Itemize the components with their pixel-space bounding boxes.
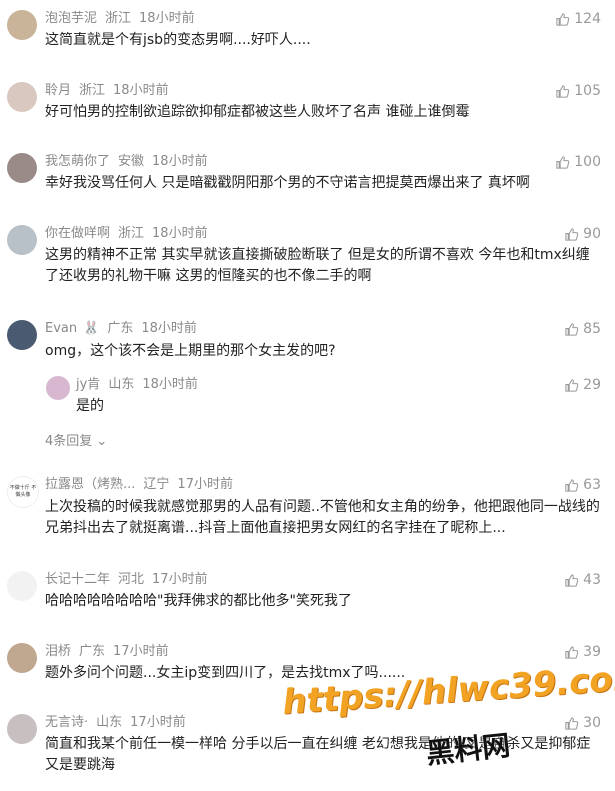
- region: 浙江: [118, 226, 145, 241]
- comment-text: omg，这个该不会是上期里的那个女主发的吧?: [45, 343, 336, 359]
- comment-text: 哈哈哈哈哈哈哈哈"我拜佛求的都比他多"笑死我了: [45, 593, 352, 609]
- thumbs-up-icon: [565, 378, 579, 392]
- like-button[interactable]: 63: [564, 476, 601, 494]
- comment-text: 上次投稿的时候我就感觉那男的人品有问题..不管他和女主角的纷争，他把跟他同一战线…: [45, 499, 600, 536]
- thumbs-up-icon: [556, 12, 570, 26]
- username[interactable]: jy肯: [76, 377, 100, 392]
- comment-meta: 拉露恩（烤熟... 辽宁 17小时前: [45, 476, 233, 494]
- username[interactable]: 聆月: [45, 83, 71, 98]
- timestamp: 17小时前: [152, 572, 208, 587]
- comment-meta: Evan 🐰 广东 18小时前: [45, 320, 197, 338]
- like-button[interactable]: 29: [564, 376, 601, 394]
- username[interactable]: 拉露恩（烤熟...: [45, 477, 135, 492]
- timestamp: 17小时前: [113, 644, 169, 659]
- thumbs-up-icon: [565, 227, 579, 241]
- username[interactable]: 你在做咩啊: [45, 226, 110, 241]
- reply-text: 是的: [76, 398, 104, 414]
- username[interactable]: 泡泡芋泥: [45, 11, 97, 26]
- thumbs-up-icon: [565, 645, 579, 659]
- reply-item: jy肯 山东 18小时前 29 是的: [0, 374, 615, 418]
- timestamp: 17小时前: [130, 715, 186, 730]
- like-count: 90: [583, 226, 601, 242]
- region: 河北: [118, 572, 145, 587]
- username[interactable]: Evan: [45, 321, 77, 336]
- timestamp: 17小时前: [177, 477, 233, 492]
- view-replies-button[interactable]: 4条回复 ⌄: [45, 430, 107, 449]
- comment-meta: 长记十二年 河北 17小时前: [45, 571, 208, 589]
- region: 广东: [79, 644, 106, 659]
- timestamp: 18小时前: [113, 83, 169, 98]
- username[interactable]: 泪桥: [45, 644, 71, 659]
- timestamp: 18小时前: [141, 321, 197, 336]
- region: 浙江: [79, 83, 106, 98]
- comment-text: 幸好我没骂任何人 只是暗戳戳阴阳那个男的不守诺言把提莫西爆出来了 真坏啊: [45, 175, 530, 191]
- avatar[interactable]: [7, 643, 37, 673]
- avatar[interactable]: [7, 320, 37, 350]
- comment-meta: 泡泡芋泥 浙江 18小时前: [45, 10, 195, 28]
- region: 安徽: [118, 154, 145, 169]
- like-button[interactable]: 39: [564, 643, 601, 661]
- username[interactable]: 长记十二年: [45, 572, 110, 587]
- comment-meta: 我怎萌你了 安徽 18小时前: [45, 153, 208, 171]
- thumbs-up-icon: [556, 84, 570, 98]
- like-button[interactable]: 100: [555, 153, 601, 171]
- like-button[interactable]: 30: [564, 714, 601, 732]
- like-count: 100: [574, 154, 601, 170]
- avatar[interactable]: [7, 10, 37, 40]
- region: 浙江: [105, 11, 132, 26]
- thumbs-up-icon: [556, 155, 570, 169]
- thumbs-up-icon: [565, 573, 579, 587]
- comment-meta: 聆月 浙江 18小时前: [45, 82, 169, 100]
- timestamp: 18小时前: [152, 154, 208, 169]
- region: 山东: [96, 715, 123, 730]
- comment-text: 这简直就是个有jsb的变态男啊....好吓人....: [45, 32, 311, 48]
- like-count: 124: [574, 11, 601, 27]
- like-button[interactable]: 124: [555, 10, 601, 28]
- comment-meta: 无言诗· 山东 17小时前: [45, 714, 186, 732]
- username[interactable]: 我怎萌你了: [45, 154, 110, 169]
- avatar[interactable]: [46, 376, 70, 400]
- like-button[interactable]: 90: [564, 225, 601, 243]
- comment-meta: 泪桥 广东 17小时前: [45, 643, 169, 661]
- timestamp: 18小时前: [142, 377, 198, 392]
- like-count: 29: [583, 377, 601, 393]
- avatar-text: 不做十斤 不做头像: [9, 485, 37, 498]
- like-button[interactable]: 85: [564, 320, 601, 338]
- like-count: 85: [583, 321, 601, 337]
- region: 山东: [108, 377, 135, 392]
- chevron-down-icon: ⌄: [96, 434, 108, 449]
- like-count: 63: [583, 477, 601, 493]
- avatar[interactable]: [7, 571, 37, 601]
- thumbs-up-icon: [565, 716, 579, 730]
- avatar[interactable]: 不做十斤 不做头像: [7, 476, 39, 508]
- avatar[interactable]: [7, 225, 37, 255]
- like-count: 30: [583, 715, 601, 731]
- like-button[interactable]: 105: [555, 82, 601, 100]
- avatar[interactable]: [7, 714, 37, 744]
- comment-text: 好可怕男的控制欲追踪欲抑郁症都被这些人败坏了名声 谁碰上谁倒霉: [45, 104, 470, 120]
- like-count: 105: [574, 83, 601, 99]
- like-count: 43: [583, 572, 601, 588]
- comment-meta: 你在做咩啊 浙江 18小时前: [45, 225, 208, 243]
- thumbs-up-icon: [565, 322, 579, 336]
- avatar[interactable]: [7, 82, 37, 112]
- region: 广东: [107, 321, 134, 336]
- region: 辽宁: [143, 477, 170, 492]
- vip-badge-icon: 🐰: [83, 321, 100, 336]
- comment-text: 简直和我某个前任一模一样哈 分手以后一直在纠缠 老幻想我是他的 又是自杀又是抑郁…: [45, 736, 591, 773]
- timestamp: 18小时前: [139, 11, 195, 26]
- like-count: 39: [583, 644, 601, 660]
- thumbs-up-icon: [565, 478, 579, 492]
- timestamp: 18小时前: [152, 226, 208, 241]
- comment-text: 这男的精神不正常 其实早就该直接撕破脸断联了 但是女的所谓不喜欢 今年也和tmx…: [45, 247, 590, 284]
- username[interactable]: 无言诗·: [45, 715, 88, 730]
- avatar[interactable]: [7, 153, 37, 183]
- reply-meta: jy肯 山东 18小时前: [76, 376, 198, 394]
- like-button[interactable]: 43: [564, 571, 601, 589]
